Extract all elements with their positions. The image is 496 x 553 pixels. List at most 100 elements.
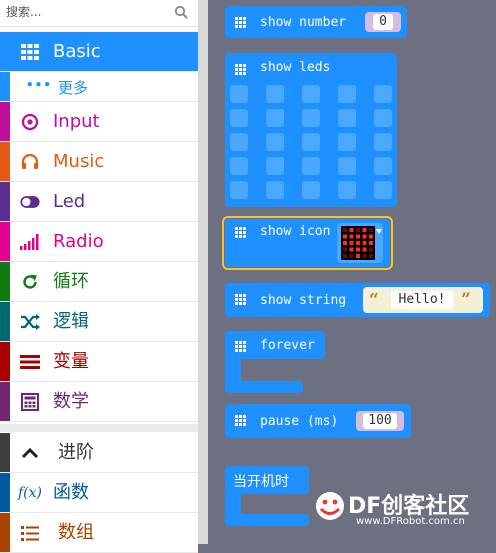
more-dots-icon: ••• (26, 78, 53, 92)
forever-header: forever (225, 331, 325, 359)
led-cell[interactable] (338, 109, 356, 127)
category-loops[interactable]: 循环 (0, 262, 198, 302)
category-color-bar (0, 182, 10, 221)
forever-spine (225, 358, 241, 382)
led-cell[interactable] (374, 109, 392, 127)
category-color-bar (0, 382, 10, 421)
grid-icon (235, 17, 246, 28)
block-show-icon[interactable]: show icon (225, 219, 390, 267)
category-label: Music (53, 151, 105, 172)
led-cell[interactable] (302, 157, 320, 175)
block-show-number[interactable]: show number 0 (225, 6, 407, 38)
subcategory-label: 更多 (58, 79, 89, 97)
close-quote-icon: ” (461, 290, 471, 310)
block-label: show number (260, 15, 347, 30)
pause-ms-field[interactable]: 100 (356, 411, 404, 431)
led-cell[interactable] (230, 85, 248, 103)
led-cell[interactable] (230, 181, 248, 199)
category-functions[interactable]: f(x) 函数 (0, 473, 198, 513)
on-start-header: 当开机时 (225, 466, 309, 494)
category-color-bar (0, 513, 10, 552)
toolbox-scrollbar[interactable] (198, 0, 208, 544)
category-label: Input (53, 111, 100, 132)
category-input[interactable]: Input (0, 102, 198, 142)
category-color-bar (0, 473, 10, 512)
block-label: 当开机时 (233, 474, 289, 490)
grid-icon (235, 415, 246, 426)
open-quote-icon: “ (369, 290, 379, 310)
led-cell[interactable] (374, 133, 392, 151)
led-cell[interactable] (230, 157, 248, 175)
led-cell[interactable] (230, 109, 248, 127)
on-start-footer (225, 514, 309, 526)
string-value: Hello! (391, 291, 453, 309)
toolbox-divider (0, 424, 198, 432)
grid-icon (235, 341, 246, 352)
led-cell[interactable] (374, 157, 392, 175)
shuffle-icon (20, 312, 40, 332)
led-cell[interactable] (266, 157, 284, 175)
led-cell[interactable] (374, 181, 392, 199)
category-label: 函数 (53, 482, 89, 503)
led-cell[interactable] (230, 133, 248, 151)
category-led[interactable]: Led (0, 182, 198, 222)
led-cell[interactable] (302, 109, 320, 127)
chevron-up-icon (20, 443, 40, 463)
led-cell[interactable] (302, 133, 320, 151)
led-cell[interactable] (266, 85, 284, 103)
category-math[interactable]: 数学 (0, 382, 198, 422)
subcategory-color-bar (0, 72, 10, 101)
search-input[interactable] (6, 3, 166, 21)
toggle-icon (20, 192, 40, 212)
category-color-bar (0, 142, 10, 181)
category-label: 数学 (53, 391, 89, 412)
list-icon (20, 523, 40, 543)
led-cell[interactable] (266, 109, 284, 127)
category-color-bar (0, 302, 10, 341)
led-cell[interactable] (338, 157, 356, 175)
category-label: Radio (53, 231, 104, 252)
block-pause[interactable]: pause (ms) 100 (225, 404, 411, 438)
loop-icon (20, 272, 40, 292)
icon-dropdown[interactable] (337, 223, 383, 263)
subcategory-more[interactable]: ••• 更多 (10, 72, 198, 102)
led-cell[interactable] (266, 181, 284, 199)
string-field[interactable]: “ Hello! ” (363, 287, 483, 313)
toolbox-sidebar: Basic ••• 更多 Input Music Led Radio (0, 0, 199, 553)
led-cell[interactable] (338, 85, 356, 103)
number-field[interactable]: 0 (365, 12, 401, 32)
led-cell[interactable] (338, 181, 356, 199)
category-label: 进阶 (58, 442, 94, 463)
calculator-icon (20, 392, 40, 412)
led-cell[interactable] (338, 133, 356, 151)
pause-ms-value: 100 (363, 413, 397, 429)
block-label: show leds (260, 60, 331, 75)
forever-footer (225, 381, 303, 393)
block-label: show string (260, 293, 347, 308)
signal-icon (20, 232, 40, 252)
grid-icon (235, 227, 246, 238)
category-label: 变量 (53, 351, 89, 372)
block-flyout: show number 0 show leds show icon show s… (209, 0, 496, 544)
block-show-string[interactable]: show string “ Hello! ” (225, 283, 490, 317)
category-label: 逻辑 (53, 311, 89, 332)
block-show-leds[interactable]: show leds (225, 53, 397, 207)
category-label: 数组 (58, 522, 94, 543)
category-basic[interactable]: Basic (0, 32, 198, 72)
category-label: Led (53, 191, 86, 212)
category-variables[interactable]: 变量 (0, 342, 198, 382)
category-logic[interactable]: 逻辑 (0, 302, 198, 342)
led-cell[interactable] (374, 85, 392, 103)
led-cell[interactable] (302, 85, 320, 103)
category-arrays[interactable]: 数组 (0, 513, 198, 553)
category-color-bar (0, 342, 10, 381)
led-cell[interactable] (302, 181, 320, 199)
search-icon[interactable] (174, 5, 188, 19)
category-radio[interactable]: Radio (0, 222, 198, 262)
category-advanced[interactable]: 进阶 (0, 433, 198, 473)
grid-icon (20, 42, 40, 62)
target-icon (20, 112, 40, 132)
led-cell[interactable] (266, 133, 284, 151)
category-color-bar (0, 102, 10, 141)
category-music[interactable]: Music (0, 142, 198, 182)
